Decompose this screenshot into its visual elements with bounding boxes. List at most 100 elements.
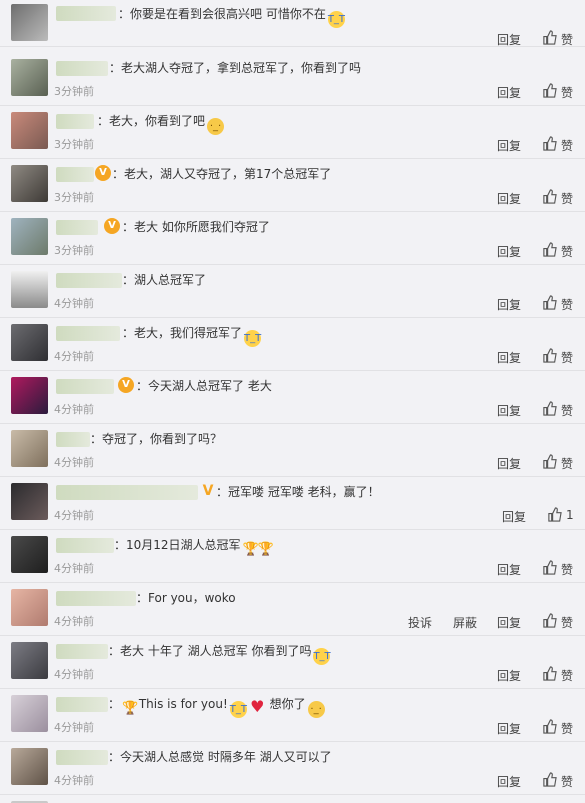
- thumbs-up-icon[interactable]: [542, 189, 557, 204]
- like-button[interactable]: 赞: [561, 614, 573, 631]
- like-button[interactable]: 赞: [561, 667, 573, 684]
- thumbs-up-icon[interactable]: [542, 560, 557, 575]
- like-button[interactable]: 赞: [561, 349, 573, 366]
- thumbs-up-icon[interactable]: [542, 666, 557, 681]
- avatar[interactable]: [11, 642, 48, 679]
- thumbs-up-icon[interactable]: [542, 83, 557, 98]
- avatar[interactable]: [11, 377, 48, 414]
- comment-item: ： 🏆 This is for you! T_T ♥ 想你了 ·_· 4分钟前 回复 赞: [0, 689, 585, 742]
- crying-face-icon: T_T: [327, 11, 345, 28]
- thumbs-up-icon[interactable]: [542, 242, 557, 257]
- reply-button[interactable]: 回复: [497, 137, 521, 154]
- avatar[interactable]: [11, 589, 48, 626]
- reply-button[interactable]: 回复: [497, 31, 521, 48]
- like-button[interactable]: 赞: [561, 720, 573, 737]
- thumbs-up-icon[interactable]: [542, 136, 557, 151]
- avatar[interactable]: [11, 218, 48, 255]
- reply-button[interactable]: 回复: [497, 720, 521, 737]
- user-name[interactable]: [56, 326, 120, 341]
- user-name[interactable]: [56, 167, 94, 182]
- like-button[interactable]: 赞: [561, 455, 573, 472]
- user-name[interactable]: [56, 591, 136, 606]
- avatar[interactable]: [11, 536, 48, 573]
- thumbs-up-icon[interactable]: [542, 401, 557, 416]
- avatar[interactable]: [11, 112, 48, 149]
- avatar[interactable]: [11, 324, 48, 361]
- user-name[interactable]: [56, 538, 114, 553]
- reply-button[interactable]: 回复: [497, 561, 521, 578]
- avatar[interactable]: [11, 4, 48, 41]
- user-name[interactable]: [56, 485, 198, 500]
- comment-item: ：老大，我们得冠军了 T_T 4分钟前 回复 赞: [0, 318, 585, 371]
- vip-badge-icon: V: [104, 218, 120, 234]
- like-button[interactable]: 赞: [561, 296, 573, 313]
- like-button[interactable]: 赞: [561, 137, 573, 154]
- reply-button[interactable]: 回复: [502, 508, 526, 525]
- reply-button[interactable]: 回复: [497, 614, 521, 631]
- user-name[interactable]: [56, 697, 108, 712]
- avatar[interactable]: [11, 748, 48, 785]
- comment-item: ：老大 十年了 湖人总冠军 你看到了吗 T_T 4分钟前 回复 赞: [0, 636, 585, 689]
- thumbs-up-icon[interactable]: [542, 772, 557, 787]
- like-button[interactable]: 赞: [561, 31, 573, 48]
- report-button[interactable]: 投诉: [408, 614, 432, 631]
- reply-button[interactable]: 回复: [497, 243, 521, 260]
- like-button[interactable]: 赞: [561, 773, 573, 790]
- reply-button[interactable]: 回复: [497, 190, 521, 207]
- thumbs-up-icon[interactable]: [542, 719, 557, 734]
- avatar[interactable]: [11, 165, 48, 202]
- like-button[interactable]: 赞: [561, 561, 573, 578]
- block-button[interactable]: 屏蔽: [453, 614, 477, 631]
- reply-button[interactable]: 回复: [497, 349, 521, 366]
- user-name[interactable]: [56, 114, 94, 129]
- thumbs-up-icon[interactable]: [542, 30, 557, 45]
- user-name[interactable]: [56, 379, 114, 394]
- comment-item: ：10月12日湖人总冠军 🏆🏆 4分钟前 回复 赞: [0, 530, 585, 583]
- comment-text: ：老大，我们得冠军了 T_T: [122, 323, 261, 347]
- comment-text: ：夺冠了，你看到了吗？: [90, 432, 223, 446]
- avatar[interactable]: [11, 271, 48, 308]
- thumbs-up-icon[interactable]: [542, 348, 557, 363]
- reply-button[interactable]: 回复: [497, 667, 521, 684]
- reply-button[interactable]: 回复: [497, 84, 521, 101]
- crying-face-icon: T_T: [313, 648, 331, 665]
- user-name[interactable]: [56, 61, 108, 76]
- timestamp: 4分钟前: [54, 350, 94, 363]
- timestamp: 4分钟前: [54, 774, 94, 787]
- timestamp: 3分钟前: [54, 85, 94, 98]
- heart-icon: ♥: [250, 697, 265, 716]
- crying-face-icon: T_T: [244, 330, 261, 347]
- thumbs-up-icon[interactable]: [542, 454, 557, 469]
- thumbs-up-icon[interactable]: [542, 295, 557, 310]
- user-name[interactable]: [56, 750, 108, 765]
- avatar[interactable]: [11, 430, 48, 467]
- timestamp: 4分钟前: [54, 615, 94, 628]
- like-count[interactable]: 1: [566, 508, 574, 522]
- avatar[interactable]: [11, 59, 48, 96]
- comment-item: ：你要是在看到会很高兴吧 可惜你不在 T_T 回复 赞: [0, 0, 585, 47]
- user-name[interactable]: [56, 220, 98, 235]
- thumbs-up-icon[interactable]: [542, 613, 557, 628]
- reply-button[interactable]: 回复: [497, 455, 521, 472]
- reply-button[interactable]: 回复: [497, 402, 521, 419]
- reply-button[interactable]: 回复: [497, 296, 521, 313]
- reply-button[interactable]: 回复: [497, 773, 521, 790]
- comment-text: ：湖人总冠军了: [122, 273, 207, 287]
- thumbs-up-icon[interactable]: [547, 507, 562, 522]
- like-button[interactable]: 赞: [561, 402, 573, 419]
- user-name[interactable]: [56, 6, 116, 21]
- avatar[interactable]: [11, 695, 48, 732]
- comment-text: ： 🏆 This is for you! T_T ♥ 想你了 ·_·: [108, 694, 325, 718]
- user-name[interactable]: [56, 432, 90, 447]
- vip-badge-icon: V: [118, 377, 134, 393]
- like-button[interactable]: 赞: [561, 243, 573, 260]
- user-name[interactable]: [56, 644, 108, 659]
- timestamp: 4分钟前: [54, 562, 94, 575]
- avatar[interactable]: [11, 483, 48, 520]
- timestamp: 3分钟前: [54, 191, 94, 204]
- like-button[interactable]: 赞: [561, 190, 573, 207]
- like-button[interactable]: 赞: [561, 84, 573, 101]
- comment-text: ：冠军喽 冠军喽 老科，赢了！: [216, 485, 380, 499]
- timestamp: 3分钟前: [54, 244, 94, 257]
- user-name[interactable]: [56, 273, 122, 288]
